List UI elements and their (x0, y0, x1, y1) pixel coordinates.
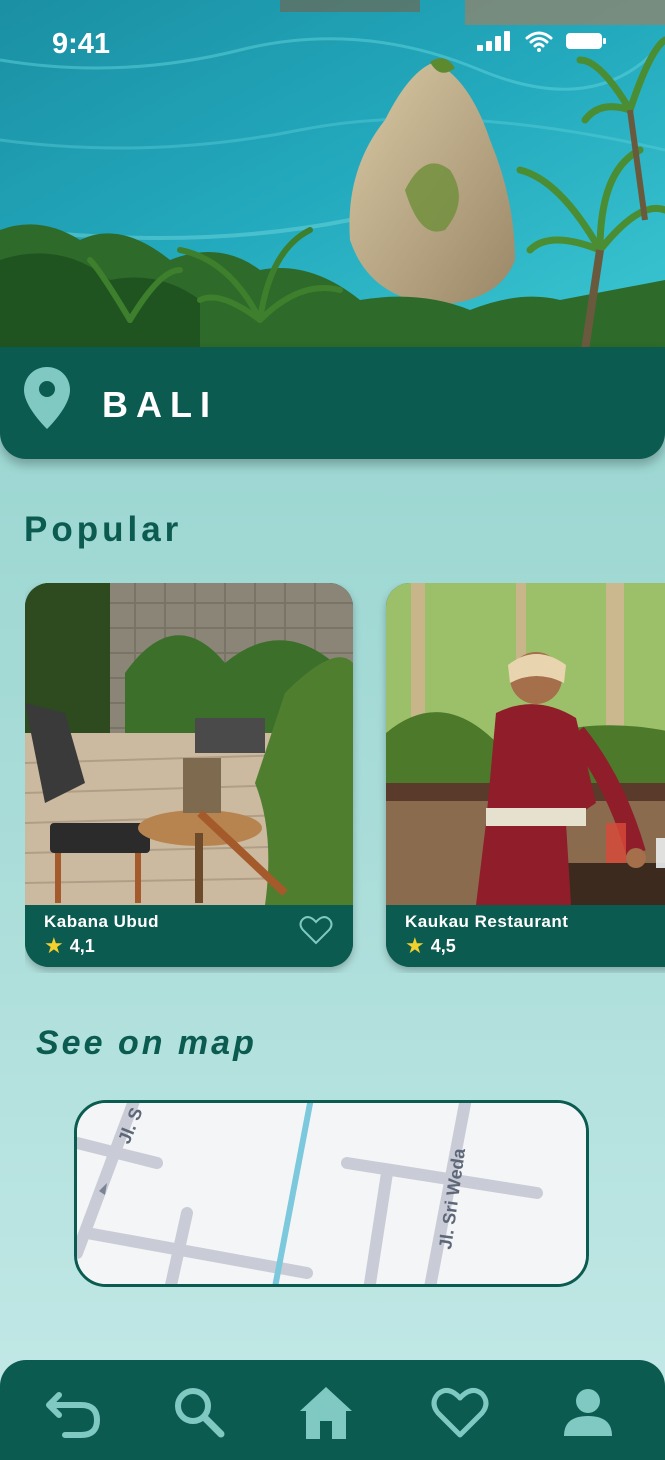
wifi-icon (525, 31, 553, 52)
location-pin-icon (22, 365, 72, 436)
battery-icon (566, 33, 606, 49)
kabana-ubud-photo (25, 583, 353, 905)
card-footer: Kabana Ubud ★ 4,1 (25, 905, 353, 967)
place-card-kabana-ubud[interactable]: Kabana Ubud ★ 4,1 (25, 583, 353, 967)
status-icons (477, 30, 607, 52)
kaukau-restaurant-photo (386, 583, 665, 905)
signal-icon (477, 31, 510, 51)
favorite-button[interactable] (299, 915, 333, 950)
status-time: 9:41 (52, 28, 111, 60)
rating-value: 4,1 (69, 935, 95, 956)
nav-back-button[interactable] (43, 1380, 107, 1444)
heart-outline-icon (299, 916, 333, 945)
search-icon (175, 1388, 225, 1438)
card-footer: Kaukau Restaurant ★ 4,5 (386, 905, 665, 967)
popular-section-title: Popular (24, 510, 183, 549)
home-icon (300, 1387, 352, 1439)
location-header (0, 347, 665, 459)
nav-profile-button[interactable] (556, 1380, 620, 1444)
map-section-title: See on map (36, 1024, 257, 1062)
map-preview[interactable]: Jl. S Jl. Sri Weda (74, 1100, 589, 1287)
card-title: Kabana Ubud (44, 912, 160, 931)
nav-favorites-button[interactable] (428, 1380, 492, 1444)
bottom-navigation (0, 1360, 665, 1460)
status-bar: 9:41 (0, 0, 665, 90)
star-icon: ★ (44, 933, 64, 958)
map-view: Jl. S Jl. Sri Weda (77, 1103, 586, 1284)
nav-home-button[interactable] (294, 1380, 358, 1444)
back-arrow-icon (46, 1392, 101, 1438)
card-rating: ★ 4,5 (405, 935, 456, 957)
card-rating: ★ 4,1 (44, 935, 95, 957)
nav-search-button[interactable] (167, 1380, 231, 1444)
popular-carousel[interactable]: Kabana Ubud ★ 4,1 Kaukau Restaurant ★ 4,… (25, 583, 665, 973)
card-title: Kaukau Restaurant (405, 912, 569, 931)
user-icon (564, 1389, 612, 1436)
star-icon: ★ (405, 933, 425, 958)
place-card-kaukau-restaurant[interactable]: Kaukau Restaurant ★ 4,5 (386, 583, 665, 967)
heart-icon (431, 1387, 489, 1438)
city-name: BALI (102, 384, 218, 425)
rating-value: 4,5 (430, 935, 456, 956)
